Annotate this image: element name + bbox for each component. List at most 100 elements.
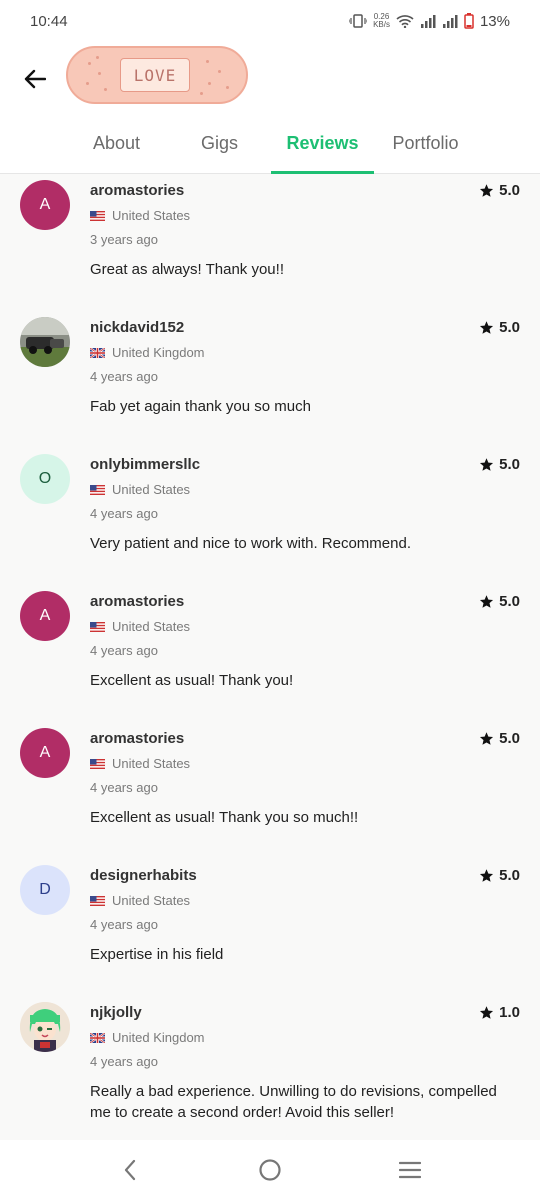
country-name: United States xyxy=(112,893,191,908)
review-rating: 5.0 xyxy=(479,182,520,199)
review-country: United Kingdom xyxy=(90,1030,205,1045)
chevron-left-icon xyxy=(124,1159,136,1181)
us-flag-icon xyxy=(90,895,105,906)
star-icon xyxy=(480,321,494,334)
sticker-text: LOVE xyxy=(133,65,177,85)
review-item: A aromastories 5.0 United States 4 years… xyxy=(0,722,540,859)
signal-icon-1 xyxy=(420,14,436,28)
review-text: Great as always! Thank you!! xyxy=(90,261,284,278)
country-name: United States xyxy=(112,482,191,497)
uk-flag-icon xyxy=(90,1032,105,1043)
review-text: Excellent as usual! Thank you so much!! xyxy=(90,809,359,826)
review-rating: 1.0 xyxy=(479,1004,520,1021)
sticker-pad: LOVE xyxy=(120,58,190,92)
country-name: United States xyxy=(112,208,191,223)
tab-portfolio[interactable]: Portfolio xyxy=(374,118,477,173)
system-nav-bar xyxy=(0,1140,540,1200)
tab-about[interactable]: About xyxy=(65,118,168,173)
us-flag-icon xyxy=(90,758,105,769)
avatar[interactable]: D xyxy=(20,865,70,915)
vibrate-icon xyxy=(349,14,368,28)
review-item: A aromastories 5.0 United States 3 years… xyxy=(0,174,540,311)
rating-value: 5.0 xyxy=(499,867,520,884)
us-flag-icon xyxy=(90,621,105,632)
review-username[interactable]: aromastories xyxy=(90,182,184,199)
review-username[interactable]: designerhabits xyxy=(90,867,197,884)
reviews-list: A aromastories 5.0 United States 3 years… xyxy=(0,174,540,1140)
us-flag-icon xyxy=(90,484,105,495)
review-country: United States xyxy=(90,619,190,634)
tab-reviews[interactable]: Reviews xyxy=(271,118,374,174)
nav-home-button[interactable] xyxy=(250,1150,290,1190)
tab-gigs[interactable]: Gigs xyxy=(168,118,271,173)
review-rating: 5.0 xyxy=(479,319,520,336)
net-speed-unit: KB/s xyxy=(373,20,390,29)
review-time: 4 years ago xyxy=(90,1054,158,1069)
avatar[interactable]: A xyxy=(20,728,70,778)
arrow-left-icon xyxy=(24,69,46,89)
review-text: Really a bad experience. Unwilling to do… xyxy=(90,1083,497,1121)
review-item: A aromastories 5.0 United States 4 years… xyxy=(0,585,540,722)
rating-value: 5.0 xyxy=(499,730,520,747)
battery-icon xyxy=(464,13,474,29)
avatar[interactable] xyxy=(20,317,70,367)
star-icon xyxy=(480,595,494,608)
review-rating: 5.0 xyxy=(479,867,520,884)
review-rating: 5.0 xyxy=(479,593,520,610)
review-country: United Kingdom xyxy=(90,345,205,360)
signal-icon-2 xyxy=(442,14,458,28)
review-username[interactable]: onlybimmersllc xyxy=(90,456,200,473)
review-item: nickdavid152 5.0 United Kingdom 4 years … xyxy=(0,311,540,448)
review-username[interactable]: njkjolly xyxy=(90,1004,142,1021)
uk-flag-icon xyxy=(90,347,105,358)
review-username[interactable]: aromastories xyxy=(90,593,184,610)
review-rating: 5.0 xyxy=(479,730,520,747)
review-username[interactable]: nickdavid152 xyxy=(90,319,184,336)
status-icons: 0.26 KB/s 13% xyxy=(349,13,510,30)
avatar[interactable]: A xyxy=(20,591,70,641)
review-time: 4 years ago xyxy=(90,780,158,795)
avatar[interactable]: O xyxy=(20,454,70,504)
battery-level: 13% xyxy=(479,12,510,30)
review-text: Expertise in his field xyxy=(90,946,224,963)
avatar-photo-car xyxy=(20,317,70,367)
review-username[interactable]: aromastories xyxy=(90,730,184,747)
nav-menu-button[interactable] xyxy=(390,1150,430,1190)
country-name: United States xyxy=(112,756,191,771)
review-country: United States xyxy=(90,893,190,908)
status-time: 10:44 xyxy=(30,12,68,30)
star-icon xyxy=(480,1006,494,1019)
nav-back-button[interactable] xyxy=(110,1150,150,1190)
review-item: O onlybimmersllc 5.0 United States 4 yea… xyxy=(0,448,540,585)
profile-tabs: About Gigs Reviews Portfolio xyxy=(0,118,540,174)
star-icon xyxy=(480,869,494,882)
country-name: United Kingdom xyxy=(112,345,205,360)
review-text: Very patient and nice to work with. Reco… xyxy=(90,535,411,552)
wifi-icon xyxy=(396,14,414,28)
rating-value: 5.0 xyxy=(499,456,520,473)
star-icon xyxy=(480,458,494,471)
us-flag-icon xyxy=(90,210,105,221)
menu-icon xyxy=(399,1161,421,1179)
star-icon xyxy=(480,732,494,745)
circle-home-icon xyxy=(259,1159,281,1181)
country-name: United Kingdom xyxy=(112,1030,205,1045)
review-time: 3 years ago xyxy=(90,232,158,247)
love-sticker: LOVE xyxy=(66,46,248,104)
rating-value: 1.0 xyxy=(499,1004,520,1021)
status-bar: 10:44 0.26 KB/s 13% xyxy=(0,0,540,42)
review-item: njkjolly 1.0 United Kingdom 4 years ago … xyxy=(0,996,540,1140)
avatar[interactable]: A xyxy=(20,180,70,230)
back-button[interactable] xyxy=(18,62,52,96)
review-rating: 5.0 xyxy=(479,456,520,473)
review-country: United States xyxy=(90,482,190,497)
review-item: D designerhabits 5.0 United States 4 yea… xyxy=(0,859,540,996)
country-name: United States xyxy=(112,619,191,634)
star-icon xyxy=(480,184,494,197)
app-header: LOVE xyxy=(0,42,540,118)
review-time: 4 years ago xyxy=(90,643,158,658)
avatar[interactable] xyxy=(20,1002,70,1052)
review-country: United States xyxy=(90,208,190,223)
review-text: Excellent as usual! Thank you! xyxy=(90,672,294,689)
net-speed: 0.26 KB/s xyxy=(373,13,390,29)
